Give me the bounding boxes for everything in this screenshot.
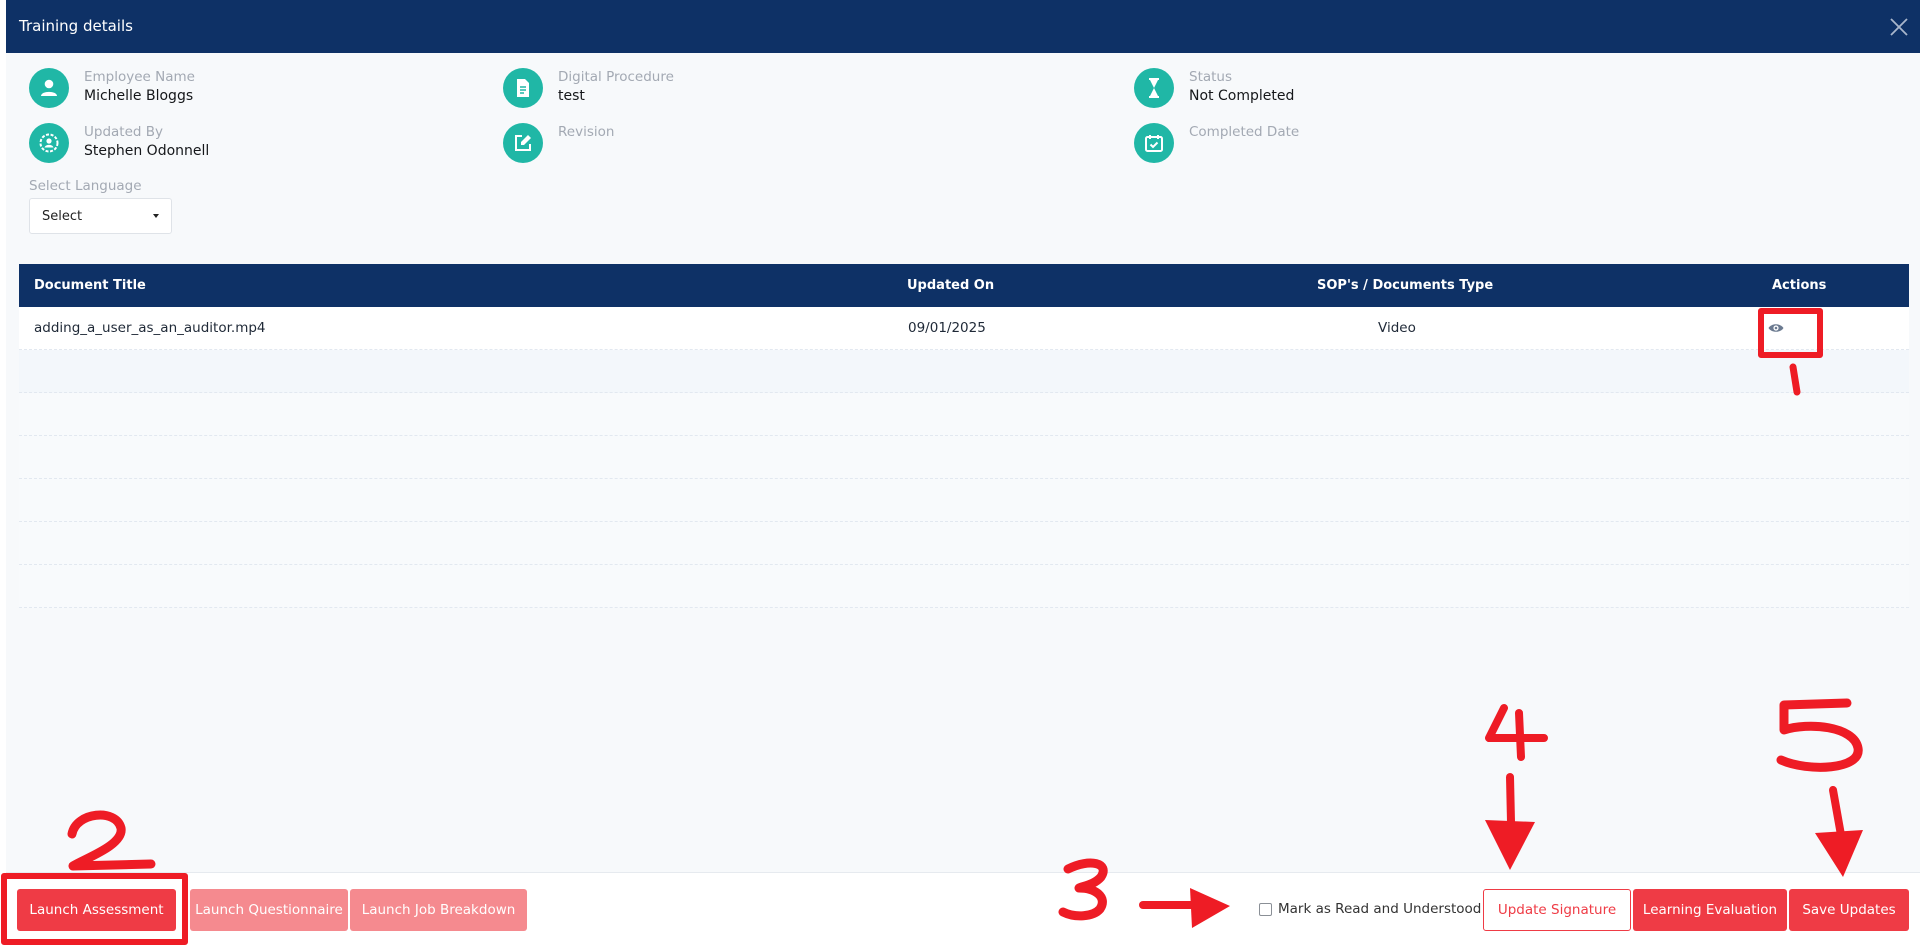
save-updates-button[interactable]: Save Updates: [1789, 889, 1909, 931]
empty-table-row: [19, 436, 1909, 479]
language-select-value: Select: [42, 209, 83, 224]
documents-table: Document Title Updated On SOP's / Docume…: [19, 264, 1909, 608]
document-icon: [503, 68, 543, 108]
modal-footer: Launch Assessment Launch Questionnaire L…: [6, 872, 1920, 945]
user-icon: [29, 68, 69, 108]
select-language-label: Select Language: [29, 178, 142, 194]
edit-icon: [503, 123, 543, 163]
language-select[interactable]: Select: [29, 198, 172, 234]
status-value: Not Completed: [1189, 88, 1295, 104]
empty-table-row: [19, 565, 1909, 608]
employee-name-label: Employee Name: [84, 69, 195, 85]
mark-read-label[interactable]: Mark as Read and Understood: [1278, 901, 1481, 917]
calendar-check-icon: [1134, 123, 1174, 163]
launch-questionnaire-button[interactable]: Launch Questionnaire: [190, 889, 348, 931]
updated-by-label: Updated By: [84, 124, 164, 140]
training-details-modal: Training details Employee Name Michelle …: [6, 0, 1920, 945]
launch-assessment-button[interactable]: Launch Assessment: [17, 889, 176, 931]
hourglass-icon: [1134, 68, 1174, 108]
empty-table-row: [19, 393, 1909, 436]
table-header: Document Title Updated On SOP's / Docume…: [19, 264, 1909, 307]
document-type-cell: Video: [1378, 320, 1416, 336]
empty-table-row: [19, 522, 1909, 565]
digital-procedure-value: test: [558, 88, 585, 104]
column-header-document-type: SOP's / Documents Type: [1317, 278, 1494, 293]
modal-title: Training details: [19, 17, 133, 35]
empty-table-row: [19, 350, 1909, 393]
column-header-document-title: Document Title: [34, 278, 146, 293]
mark-read-checkbox[interactable]: [1259, 903, 1272, 916]
chevron-down-icon: [153, 214, 159, 218]
updated-on-cell: 09/01/2025: [908, 320, 986, 336]
column-header-actions: Actions: [1772, 278, 1827, 293]
launch-job-breakdown-button[interactable]: Launch Job Breakdown: [350, 889, 527, 931]
modal-header: Training details: [6, 0, 1920, 53]
completed-date-label: Completed Date: [1189, 124, 1300, 140]
user-gear-icon: [29, 123, 69, 163]
empty-table-row: [19, 479, 1909, 522]
close-icon[interactable]: [1888, 16, 1910, 38]
update-signature-button[interactable]: Update Signature: [1483, 889, 1631, 931]
status-label: Status: [1189, 69, 1233, 85]
employee-name-value: Michelle Bloggs: [84, 88, 194, 104]
table-row[interactable]: adding_a_user_as_an_auditor.mp4 09/01/20…: [19, 307, 1909, 350]
learning-evaluation-button[interactable]: Learning Evaluation: [1633, 889, 1787, 931]
eye-icon[interactable]: [1767, 319, 1785, 337]
document-title-cell: adding_a_user_as_an_auditor.mp4: [34, 320, 266, 336]
column-header-updated-on: Updated On: [907, 278, 995, 293]
digital-procedure-label: Digital Procedure: [558, 69, 674, 85]
updated-by-value: Stephen Odonnell: [84, 143, 210, 159]
revision-label: Revision: [558, 124, 615, 140]
